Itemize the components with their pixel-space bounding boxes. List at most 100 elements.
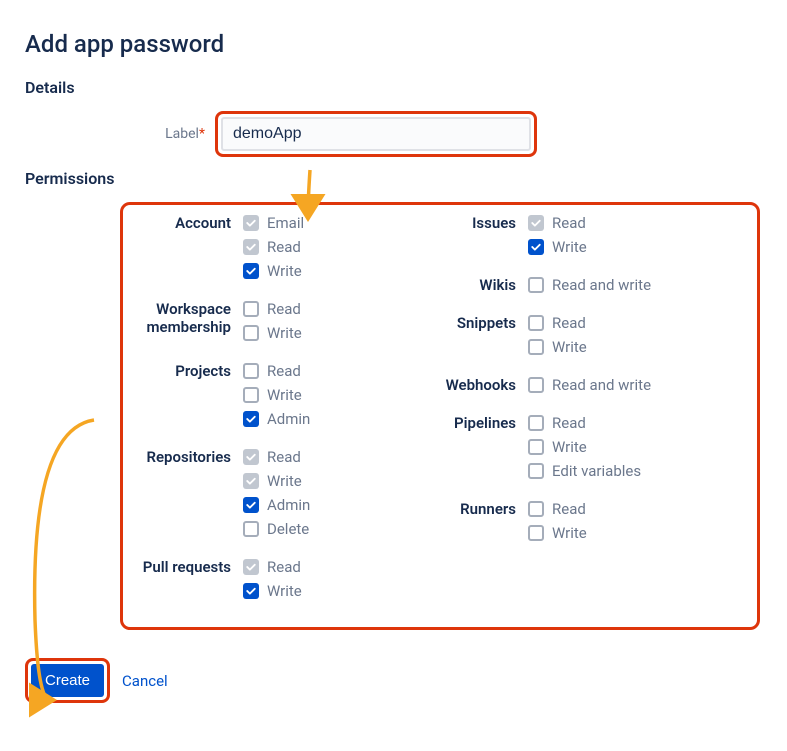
perm-group-label-runners: Runners (433, 499, 528, 547)
checkbox-runners-write[interactable] (528, 525, 544, 541)
details-heading: Details (25, 78, 762, 97)
perm-option-wikis-read-and-write[interactable]: Read and write (528, 275, 743, 295)
perm-option-label: Read (552, 213, 586, 233)
perm-group-pull-requests: Pull requestsReadWrite (123, 557, 433, 605)
perm-option-account-email[interactable]: Email (243, 213, 433, 233)
perm-option-repositories-write[interactable]: Write (243, 471, 433, 491)
perm-group-snippets: Snippets Read Write (433, 313, 743, 361)
perm-options-issues: Read Write (528, 213, 743, 261)
perm-option-issues-write[interactable]: Write (528, 237, 743, 257)
checkbox-workspace-membership-read[interactable] (243, 301, 259, 317)
perm-group-label-webhooks: Webhooks (433, 375, 528, 399)
label-field-row: Label* (25, 111, 762, 157)
perm-option-workspace-membership-read[interactable]: Read (243, 299, 433, 319)
perm-option-label: Read (267, 237, 301, 257)
checkbox-issues-read[interactable] (528, 215, 544, 231)
perm-options-pipelines: Read Write Edit variables (528, 413, 743, 485)
checkbox-account-email[interactable] (243, 215, 259, 231)
checkbox-runners-read[interactable] (528, 501, 544, 517)
perm-group-label-issues: Issues (433, 213, 528, 261)
perm-option-snippets-read[interactable]: Read (528, 313, 743, 333)
perm-option-label: Delete (267, 519, 309, 539)
label-input-highlight (215, 111, 537, 157)
checkbox-wikis-read-and-write[interactable] (528, 277, 544, 293)
perm-group-runners: RunnersRead Write (433, 499, 743, 547)
perm-option-label: Write (552, 523, 587, 543)
checkbox-repositories-write[interactable] (243, 473, 259, 489)
perm-option-pipelines-write[interactable]: Write (528, 437, 743, 457)
checkbox-repositories-delete[interactable] (243, 521, 259, 537)
perm-group-label-pipelines: Pipelines (433, 413, 528, 485)
perm-option-label: Write (552, 337, 587, 357)
checkbox-repositories-admin[interactable] (243, 497, 259, 513)
checkbox-account-write[interactable] (243, 263, 259, 279)
perm-option-pipelines-read[interactable]: Read (528, 413, 743, 433)
perm-options-runners: Read Write (528, 499, 743, 547)
checkbox-account-read[interactable] (243, 239, 259, 255)
checkbox-pipelines-read[interactable] (528, 415, 544, 431)
perm-option-pull-requests-write[interactable]: Write (243, 581, 433, 601)
perm-group-label-workspace-membership: Workspace membership (123, 299, 243, 347)
perm-option-label: Write (552, 237, 587, 257)
checkbox-pipelines-write[interactable] (528, 439, 544, 455)
perm-option-projects-read[interactable]: Read (243, 361, 433, 381)
perm-option-runners-write[interactable]: Write (528, 523, 743, 543)
perm-option-pipelines-edit-variables[interactable]: Edit variables (528, 461, 743, 481)
checkbox-pull-requests-write[interactable] (243, 583, 259, 599)
perm-option-label: Write (267, 581, 302, 601)
perm-options-account: Email Read Write (243, 213, 433, 285)
perm-group-issues: Issues Read Write (433, 213, 743, 261)
label-input[interactable] (221, 117, 531, 151)
checkbox-projects-admin[interactable] (243, 411, 259, 427)
checkbox-snippets-read[interactable] (528, 315, 544, 331)
perm-option-label: Read (552, 313, 586, 333)
perm-option-label: Read (267, 299, 301, 319)
perm-group-account: AccountEmail Read Write (123, 213, 433, 285)
checkbox-projects-read[interactable] (243, 363, 259, 379)
permissions-heading: Permissions (25, 169, 762, 188)
perm-option-repositories-read[interactable]: Read (243, 447, 433, 467)
perm-option-projects-write[interactable]: Write (243, 385, 433, 405)
perm-option-label: Read (267, 557, 301, 577)
perm-option-snippets-write[interactable]: Write (528, 337, 743, 357)
perm-option-runners-read[interactable]: Read (528, 499, 743, 519)
checkbox-webhooks-read-and-write[interactable] (528, 377, 544, 393)
perm-option-label: Write (267, 323, 302, 343)
checkbox-snippets-write[interactable] (528, 339, 544, 355)
perm-option-label: Write (267, 261, 302, 281)
label-field-label: Label* (25, 126, 215, 142)
perm-option-workspace-membership-write[interactable]: Write (243, 323, 433, 343)
create-button[interactable]: Create (31, 664, 104, 697)
perm-option-label: Read (267, 361, 301, 381)
perm-option-label: Read (267, 447, 301, 467)
perm-option-label: Read and write (552, 275, 651, 295)
perm-option-projects-admin[interactable]: Admin (243, 409, 433, 429)
perm-option-pull-requests-read[interactable]: Read (243, 557, 433, 577)
perm-option-repositories-delete[interactable]: Delete (243, 519, 433, 539)
perm-option-account-read[interactable]: Read (243, 237, 433, 257)
perm-options-projects: Read Write Admin (243, 361, 433, 433)
perm-group-label-snippets: Snippets (433, 313, 528, 361)
perm-group-wikis: WikisRead and write (433, 275, 743, 299)
page-title: Add app password (25, 30, 762, 58)
checkbox-pipelines-edit-variables[interactable] (528, 463, 544, 479)
checkbox-projects-write[interactable] (243, 387, 259, 403)
checkbox-pull-requests-read[interactable] (243, 559, 259, 575)
required-asterisk: * (199, 126, 205, 142)
perm-option-repositories-admin[interactable]: Admin (243, 495, 433, 515)
permissions-column-right: Issues Read Write WikisRead and write Snippe… (433, 213, 743, 619)
checkbox-workspace-membership-write[interactable] (243, 325, 259, 341)
cancel-link[interactable]: Cancel (122, 672, 168, 690)
perm-group-projects: ProjectsReadWriteAdmin (123, 361, 433, 433)
checkbox-repositories-read[interactable] (243, 449, 259, 465)
perm-group-workspace-membership: Workspace membership Read Write (123, 299, 433, 347)
perm-options-pull-requests: Read Write (243, 557, 433, 605)
checkbox-issues-write[interactable] (528, 239, 544, 255)
perm-option-account-write[interactable]: Write (243, 261, 433, 281)
permissions-column-left: AccountEmailReadWriteWorkspace membershi… (123, 213, 433, 619)
perm-group-webhooks: WebhooksRead and write (433, 375, 743, 399)
perm-group-label-account: Account (123, 213, 243, 285)
perm-option-webhooks-read-and-write[interactable]: Read and write (528, 375, 743, 395)
perm-option-label: Write (267, 471, 302, 491)
perm-option-issues-read[interactable]: Read (528, 213, 743, 233)
